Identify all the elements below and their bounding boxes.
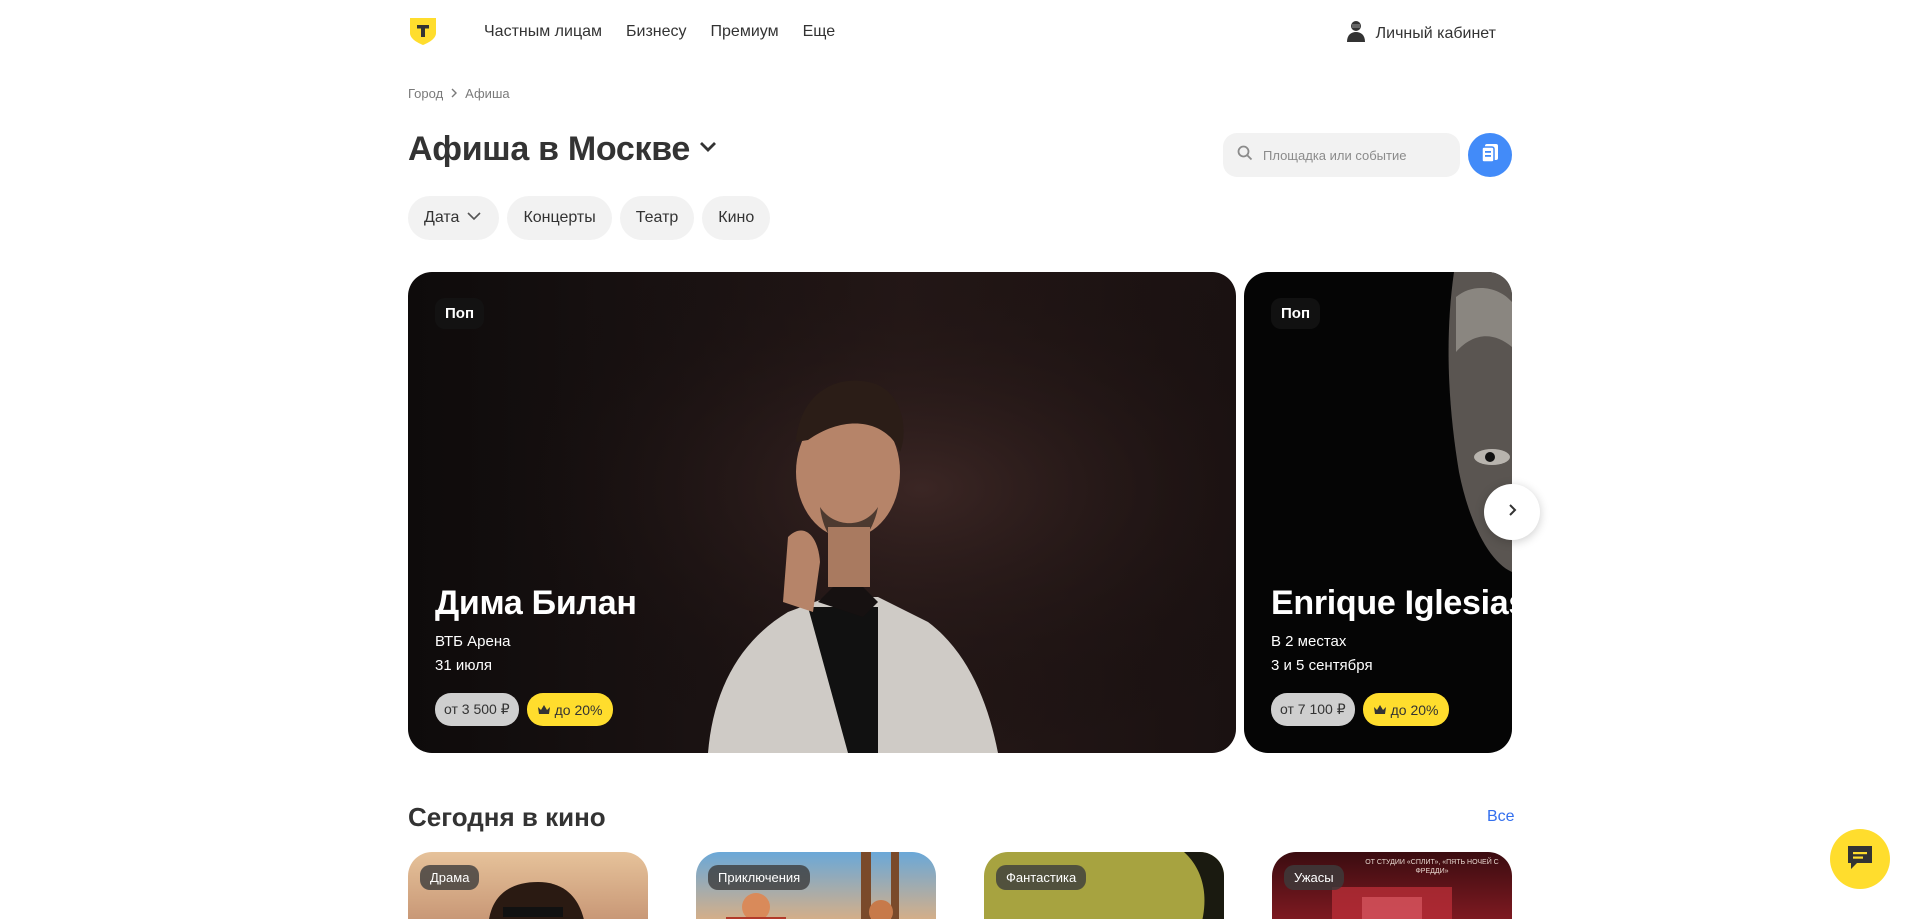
- movie-card[interactable]: ОТ СТУДИИ «СПЛИТ», «ПЯТЬ НОЧЕЙ С ФРЕДДИ»…: [1272, 852, 1512, 919]
- page-title: Афиша в Москве: [408, 130, 690, 168]
- nav-item-business[interactable]: Бизнесу: [626, 23, 687, 41]
- event-photo: [408, 272, 1236, 753]
- movie-genre-tag: Ужасы: [1284, 865, 1344, 890]
- event-title: Дима Билан: [435, 584, 637, 622]
- discount-badge: до 20%: [1362, 693, 1449, 726]
- event-card[interactable]: Поп Дима Билан ВТБ Арена 31 июля от 3 50…: [408, 272, 1236, 753]
- movie-genre-tag: Драма: [420, 865, 480, 890]
- search-icon: [1237, 145, 1253, 166]
- discount-label: до 20%: [554, 701, 603, 718]
- breadcrumb-item-city[interactable]: Город: [408, 86, 443, 101]
- filter-concerts[interactable]: Концерты: [507, 196, 612, 240]
- filter-date-label: Дата: [424, 209, 460, 226]
- account-label: Личный кабинет: [1375, 24, 1496, 42]
- nav-item-private[interactable]: Частным лицам: [484, 23, 602, 41]
- user-icon: [1346, 20, 1366, 47]
- discount-label: до 20%: [1390, 701, 1439, 718]
- my-tickets-button[interactable]: [1468, 133, 1512, 177]
- event-card[interactable]: Поп Enrique Iglesias В 2 местах 3 и 5 се…: [1244, 272, 1512, 753]
- movie-genre-tag: Фантастика: [996, 865, 1087, 890]
- account-link[interactable]: Личный кабинет: [1346, 20, 1496, 47]
- filter-theatre[interactable]: Театр: [619, 196, 695, 240]
- see-all-link[interactable]: Все: [1487, 808, 1515, 826]
- chevron-right-icon: [449, 86, 459, 101]
- tickets-icon: [1479, 142, 1501, 169]
- price-badge: от 3 500 ₽: [435, 693, 519, 726]
- crown-icon: [537, 702, 551, 718]
- price-badge: от 7 100 ₽: [1271, 693, 1355, 726]
- chevron-down-icon: [698, 140, 718, 159]
- event-photo: [1448, 272, 1512, 572]
- movie-card[interactable]: Приключения: [696, 852, 936, 919]
- poster-text: ОТ СТУДИИ «СПЛИТ», «ПЯТЬ НОЧЕЙ С ФРЕДДИ»: [1365, 859, 1499, 875]
- chevron-right-icon: [1506, 503, 1518, 522]
- movie-card[interactable]: Фантастика: [984, 852, 1224, 919]
- main-nav: Частным лицам Бизнесу Премиум Еще: [484, 23, 835, 41]
- carousel-next-button[interactable]: [1484, 484, 1540, 540]
- event-badges: от 3 500 ₽ до 20%: [435, 693, 613, 726]
- chat-icon: [1845, 843, 1875, 876]
- event-venue: В 2 местах: [1271, 633, 1347, 650]
- breadcrumb: Город Афиша: [408, 86, 510, 101]
- section-title: Сегодня в кино: [408, 802, 606, 832]
- event-date: 3 и 5 сентября: [1271, 657, 1373, 674]
- filter-bar: Дата Концерты Театр Кино: [408, 196, 771, 240]
- discount-badge: до 20%: [526, 693, 613, 726]
- event-genre-tag: Поп: [435, 298, 485, 329]
- movie-genre-tag: Приключения: [708, 865, 811, 890]
- movie-card[interactable]: Драма: [408, 852, 648, 919]
- chevron-down-icon: [465, 209, 483, 227]
- event-date: 31 июля: [435, 657, 493, 674]
- event-genre-tag: Поп: [1271, 298, 1321, 329]
- nav-item-premium[interactable]: Премиум: [711, 23, 779, 41]
- search-input[interactable]: [1263, 147, 1453, 163]
- filter-cinema[interactable]: Кино: [702, 196, 771, 240]
- event-venue: ВТБ Арена: [435, 633, 511, 650]
- nav-item-more[interactable]: Еще: [803, 23, 836, 41]
- logo-shield-icon[interactable]: [408, 16, 438, 46]
- event-title: Enrique Iglesias: [1271, 584, 1512, 622]
- filter-date[interactable]: Дата: [408, 196, 500, 240]
- search-box: [1223, 133, 1460, 177]
- city-selector[interactable]: Афиша в Москве: [408, 130, 718, 169]
- event-badges: от 7 100 ₽ до 20%: [1271, 693, 1449, 726]
- chat-button[interactable]: [1830, 829, 1890, 889]
- crown-icon: [1373, 702, 1387, 718]
- site-header: Частным лицам Бизнесу Премиум Еще Личный…: [408, 14, 1512, 50]
- breadcrumb-item-afisha: Афиша: [465, 86, 510, 101]
